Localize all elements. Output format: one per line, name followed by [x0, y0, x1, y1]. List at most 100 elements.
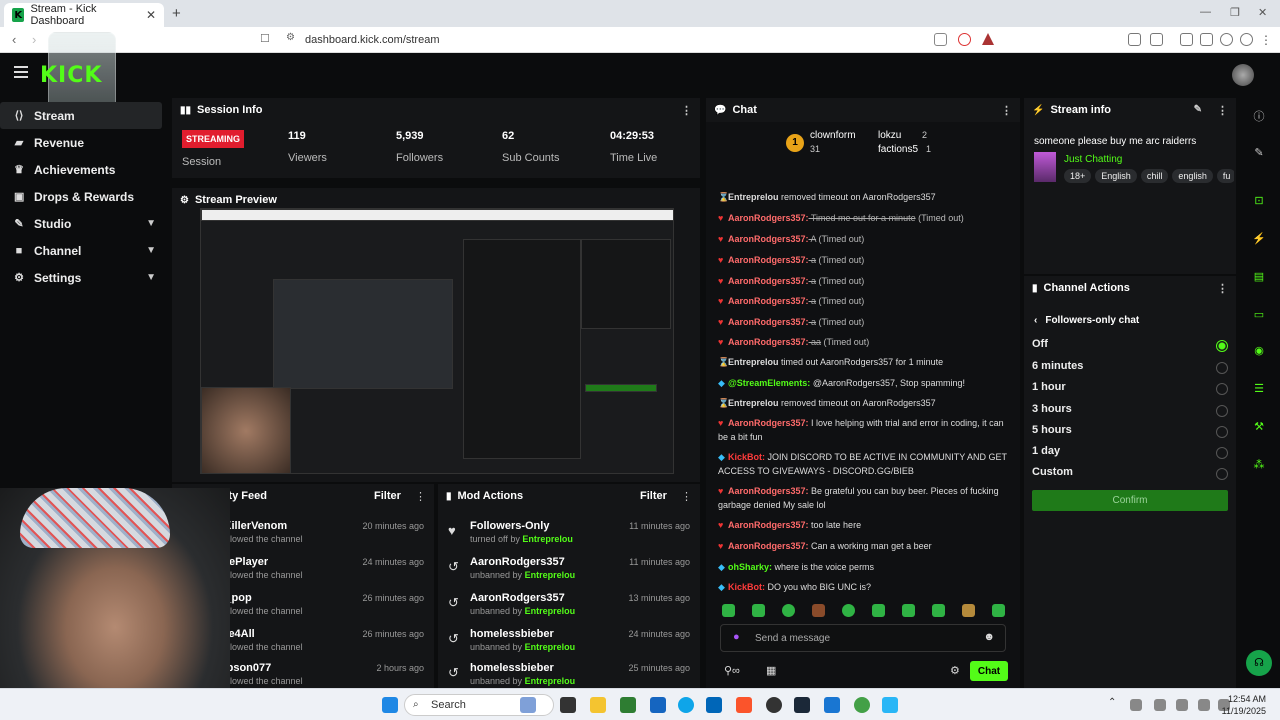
layers-icon[interactable]: ☰ — [1250, 380, 1268, 398]
more-options-icon[interactable]: ⋮ — [681, 104, 692, 117]
chat-username[interactable]: AaronRodgers357: — [728, 255, 809, 265]
hamburger-menu-icon[interactable] — [14, 66, 28, 78]
share-icon[interactable]: ⁂ — [1250, 456, 1268, 474]
menu-icon[interactable]: ⋮ — [1260, 33, 1273, 47]
target-icon[interactable]: ⊡ — [1250, 192, 1268, 210]
category-label[interactable]: Just Chatting — [1064, 154, 1122, 165]
kick-logo[interactable]: KICK — [40, 63, 102, 88]
user-avatar[interactable] — [1232, 64, 1254, 86]
option-custom[interactable]: Custom — [1032, 466, 1228, 486]
support-icon[interactable]: ☊ — [1246, 650, 1272, 676]
info-icon[interactable]: ⓘ — [1250, 108, 1268, 126]
mic-icon[interactable]: ● — [733, 631, 740, 643]
site-info-icon[interactable]: ⚙ — [286, 32, 295, 43]
chat-username[interactable]: KickBot: — [728, 452, 765, 462]
emote-icon[interactable] — [842, 604, 855, 617]
tray-icon[interactable] — [1130, 699, 1142, 711]
sidebar-item-channel[interactable]: ■ Channel ▼ — [0, 237, 170, 264]
sidebar-toggle-icon[interactable] — [1180, 33, 1193, 46]
chat-username[interactable]: KickBot: — [728, 582, 765, 592]
mic-tray-icon[interactable] — [1176, 699, 1188, 711]
url-field[interactable]: dashboard.kick.com/stream — [305, 34, 440, 46]
chat-username[interactable]: AaronRodgers357: — [728, 520, 809, 530]
brave-icon[interactable] — [736, 697, 752, 713]
chat-username[interactable]: ohSharky: — [728, 562, 772, 572]
emote-icon[interactable] — [992, 604, 1005, 617]
stream-preview-video[interactable] — [200, 208, 674, 474]
option-1-hour[interactable]: 1 hour — [1032, 381, 1228, 401]
filter-button[interactable]: Filter — [374, 490, 401, 502]
radio[interactable] — [1216, 426, 1228, 438]
tray-chevron-icon[interactable]: ⌃ — [1108, 697, 1118, 713]
chat-username[interactable]: AaronRodgers357: — [728, 418, 809, 428]
windows-start-icon[interactable] — [382, 697, 398, 713]
chat-settings-icon[interactable]: ⚙ — [950, 664, 960, 677]
browser-tab[interactable]: K Stream - Kick Dashboard ✕ — [4, 3, 164, 27]
brave-shield-icon[interactable] — [958, 33, 971, 46]
taskbar-clock[interactable]: 12:54 AM 11/19/2025 — [1222, 693, 1266, 717]
send-chat-button[interactable]: Chat — [970, 661, 1008, 681]
sidebar-item-settings[interactable]: ⚙ Settings ▼ — [0, 264, 170, 291]
chat-username[interactable]: AaronRodgers357: — [728, 317, 809, 327]
steam-icon[interactable] — [794, 697, 810, 713]
lightning-icon[interactable]: ⚡ — [1250, 230, 1268, 248]
sidebar-item-achievements[interactable]: ♛ Achievements — [0, 156, 170, 183]
wifi-icon[interactable] — [1198, 699, 1210, 711]
mod-action-target[interactable]: homelessbieber — [470, 662, 554, 674]
close-window-icon[interactable]: ✕ — [1258, 6, 1267, 19]
mod-tools-icon[interactable]: ⚲∞ — [724, 664, 740, 677]
sidebar-item-stream[interactable]: ⟨⟩ Stream — [0, 102, 162, 129]
forward-icon[interactable]: › — [32, 32, 36, 47]
mod-action-target[interactable]: Followers-Only — [470, 520, 549, 532]
emote-icon[interactable] — [872, 604, 885, 617]
notepad-icon[interactable] — [824, 697, 840, 713]
widgets-icon[interactable] — [520, 697, 536, 713]
leaderboard-user[interactable]: clownform — [810, 130, 856, 141]
obs-icon[interactable] — [766, 697, 782, 713]
mod-action-target[interactable]: homelessbieber — [470, 628, 554, 640]
sidebar-item-revenue[interactable]: ▰ Revenue — [0, 129, 170, 156]
leaderboard-user[interactable]: lokzu — [878, 130, 901, 141]
pencil-icon[interactable]: ✎ — [1250, 144, 1268, 162]
emote-icon[interactable] — [782, 604, 795, 617]
tray-icon[interactable] — [1154, 699, 1166, 711]
broadcast-icon[interactable]: ◉ — [1250, 342, 1268, 360]
mod-action-target[interactable]: AaronRodgers357 — [470, 556, 565, 568]
chat-username[interactable]: Entreprelou — [728, 398, 779, 408]
edit-icon[interactable]: ✎ — [1194, 104, 1202, 115]
radio[interactable] — [1216, 383, 1228, 395]
extensions-icon[interactable] — [1128, 33, 1141, 46]
reader-icon[interactable] — [1150, 33, 1163, 46]
sidebar-item-studio[interactable]: ✎ Studio ▼ — [0, 210, 170, 237]
emote-icon[interactable] — [962, 604, 975, 617]
emote-icon[interactable] — [812, 604, 825, 617]
more-options-icon[interactable]: ⋮ — [1217, 104, 1228, 117]
chat-username[interactable]: Entreprelou — [728, 357, 779, 367]
radio[interactable] — [1216, 468, 1228, 480]
emote-icon[interactable] — [752, 604, 765, 617]
mod-action-target[interactable]: AaronRodgers357 — [470, 592, 565, 604]
wrench-icon[interactable]: ⚒ — [1250, 418, 1268, 436]
more-options-icon[interactable]: ⋮ — [415, 490, 426, 503]
chat-username[interactable]: AaronRodgers357: — [728, 296, 809, 306]
option-1-day[interactable]: 1 day — [1032, 445, 1228, 465]
store-icon[interactable] — [650, 697, 666, 713]
bookmark-icon[interactable]: ☐ — [260, 32, 270, 45]
option-5-hours[interactable]: 5 hours — [1032, 424, 1228, 444]
back-to-actions[interactable]: ‹ Followers-only chat — [1034, 315, 1139, 326]
chat-username[interactable]: AaronRodgers357: — [728, 337, 809, 347]
chat-username[interactable]: Entreprelou — [728, 192, 779, 202]
sidebar-item-drops[interactable]: ▣ Drops & Rewards — [0, 183, 170, 210]
leaderboard-user[interactable]: factions5 — [878, 144, 918, 155]
close-tab-icon[interactable]: ✕ — [146, 8, 156, 22]
store-icon[interactable]: ▦ — [766, 664, 776, 677]
document-icon[interactable]: ▤ — [1250, 268, 1268, 286]
option-off[interactable]: Off — [1032, 338, 1228, 358]
radio[interactable] — [1216, 362, 1228, 374]
task-view-icon[interactable] — [560, 697, 576, 713]
chat-username[interactable]: @StreamElements: — [728, 378, 810, 388]
new-tab-icon[interactable]: + — [172, 5, 181, 22]
emote-icon[interactable] — [902, 604, 915, 617]
chat-username[interactable]: AaronRodgers357: — [728, 213, 809, 223]
option-6-minutes[interactable]: 6 minutes — [1032, 360, 1228, 380]
